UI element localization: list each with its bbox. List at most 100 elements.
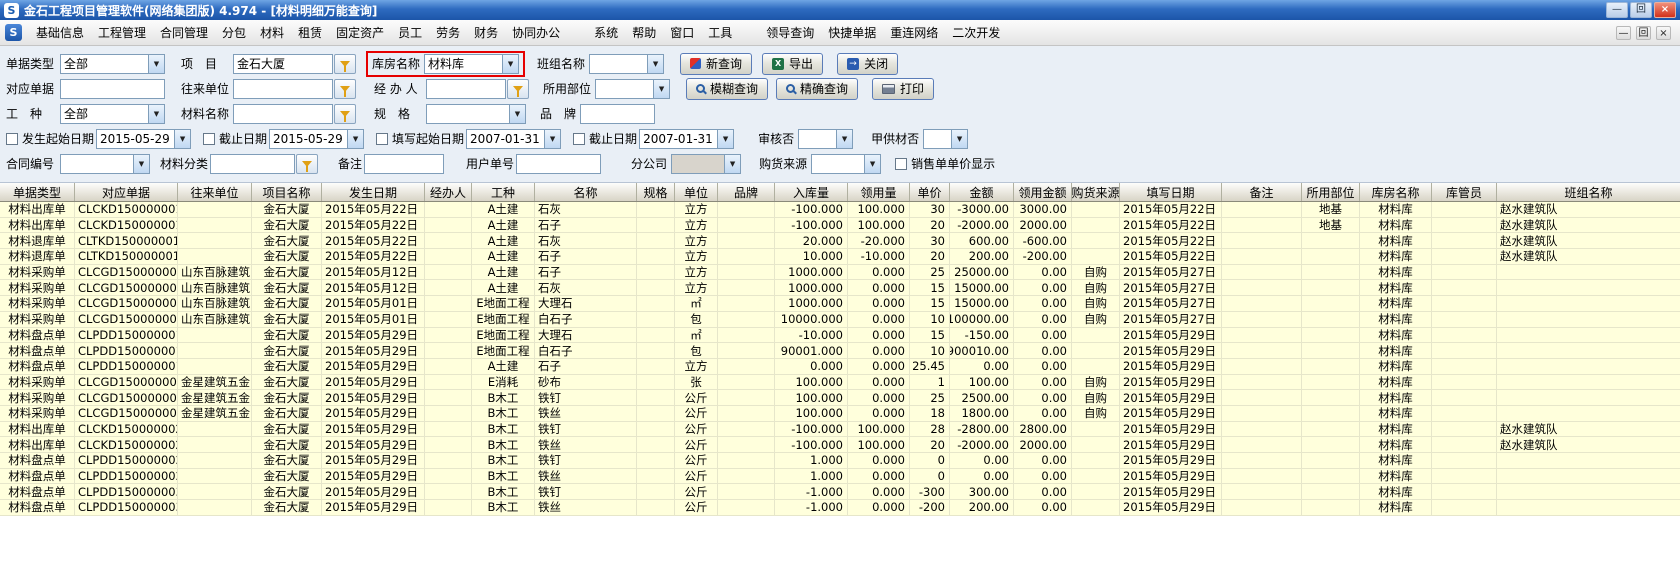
fill-start-date-select[interactable]: 2007-01-31 ▼ bbox=[466, 129, 561, 149]
chevron-down-icon[interactable]: ▼ bbox=[724, 155, 740, 173]
fill-start-checkbox[interactable] bbox=[376, 133, 388, 145]
chevron-down-icon[interactable]: ▼ bbox=[148, 105, 164, 123]
menu-item-1[interactable]: 基础信息 bbox=[29, 20, 91, 45]
material-name-lookup-button[interactable] bbox=[334, 104, 356, 124]
chevron-down-icon[interactable]: ▼ bbox=[502, 55, 518, 73]
branch-select[interactable]: ▼ bbox=[671, 154, 741, 174]
partner-input[interactable] bbox=[233, 79, 333, 99]
menu-item-16[interactable]: 领导查询 bbox=[759, 20, 821, 45]
column-header[interactable]: 填写日期 bbox=[1120, 183, 1222, 201]
menu-item-17[interactable]: 快捷单据 bbox=[821, 20, 883, 45]
column-header[interactable]: 库房名称 bbox=[1360, 183, 1432, 201]
menu-item-9[interactable]: 劳务 bbox=[429, 20, 467, 45]
user-bill-no-input[interactable] bbox=[516, 154, 601, 174]
menu-item-4[interactable]: 分包 bbox=[215, 20, 253, 45]
material-class-lookup-button[interactable] bbox=[296, 154, 318, 174]
handler-input[interactable] bbox=[426, 79, 506, 99]
table-row[interactable]: 材料采购单CLCGD150000005山东百脉建筑金石大厦2015年05月01日… bbox=[0, 312, 1680, 328]
menu-item-10[interactable]: 财务 bbox=[467, 20, 505, 45]
menu-item-2[interactable]: 工程管理 bbox=[91, 20, 153, 45]
menu-item-11[interactable]: 协同办公 bbox=[505, 20, 567, 45]
column-header[interactable]: 品牌 bbox=[718, 183, 775, 201]
column-header[interactable]: 领用量 bbox=[848, 183, 910, 201]
menu-item-5[interactable]: 材料 bbox=[253, 20, 291, 45]
close-window-button[interactable]: × bbox=[1654, 2, 1676, 18]
sales-price-display-checkbox-group[interactable]: 销售单单价显示 bbox=[895, 155, 995, 172]
occur-end-checkbox-group[interactable]: 截止日期 bbox=[203, 130, 267, 147]
table-row[interactable]: 材料盘点单CLPDD150000002金石大厦2015年05月29日B木工铁钉公… bbox=[0, 453, 1680, 469]
exact-query-button[interactable]: 精确查询 bbox=[776, 78, 858, 100]
column-header[interactable]: 对应单据 bbox=[75, 183, 178, 201]
column-header[interactable]: 规格 bbox=[637, 183, 675, 201]
column-header[interactable]: 往来单位 bbox=[178, 183, 252, 201]
table-row[interactable]: 材料盘点单CLPDD150000003金石大厦2015年05月29日B木工铁丝公… bbox=[0, 500, 1680, 516]
column-header[interactable]: 经办人 bbox=[425, 183, 472, 201]
restore-button[interactable]: 回 bbox=[1630, 2, 1652, 18]
mdi-restore-button[interactable]: 回 bbox=[1636, 26, 1651, 40]
material-class-input[interactable] bbox=[210, 154, 295, 174]
chevron-down-icon[interactable]: ▼ bbox=[174, 130, 190, 148]
table-row[interactable]: 材料采购单CLCGD150000005山东百脉建筑金石大厦2015年05月01日… bbox=[0, 296, 1680, 312]
table-row[interactable]: 材料出库单CLCKD150000002金石大厦2015年05月29日B木工铁丝公… bbox=[0, 437, 1680, 453]
table-row[interactable]: 材料出库单CLCKD150000002金石大厦2015年05月29日B木工铁钉公… bbox=[0, 422, 1680, 438]
team-select[interactable]: ▼ bbox=[589, 54, 664, 74]
table-row[interactable]: 材料盘点单CLPDD150000003金石大厦2015年05月29日B木工铁钉公… bbox=[0, 484, 1680, 500]
column-header[interactable]: 单价 bbox=[910, 183, 950, 201]
fill-end-date-select[interactable]: 2007-01-31 ▼ bbox=[639, 129, 734, 149]
table-row[interactable]: 材料出库单CLCKD150000001金石大厦2015年05月22日A土建石子立… bbox=[0, 218, 1680, 234]
menu-item-14[interactable]: 窗口 bbox=[663, 20, 701, 45]
column-header[interactable]: 金额 bbox=[950, 183, 1014, 201]
occur-end-date-select[interactable]: 2015-05-29 ▼ bbox=[269, 129, 364, 149]
chevron-down-icon[interactable]: ▼ bbox=[951, 130, 967, 148]
column-header[interactable]: 发生日期 bbox=[322, 183, 425, 201]
table-row[interactable]: 材料采购单CLCGD150000006金星建筑五金金石大厦2015年05月29日… bbox=[0, 390, 1680, 406]
chevron-down-icon[interactable]: ▼ bbox=[148, 55, 164, 73]
column-header[interactable]: 入库量 bbox=[775, 183, 848, 201]
occur-start-checkbox-group[interactable]: 发生起始日期 bbox=[6, 130, 94, 147]
column-header[interactable]: 库管员 bbox=[1432, 183, 1497, 201]
fill-end-checkbox-group[interactable]: 截止日期 bbox=[573, 130, 637, 147]
menu-item-13[interactable]: 帮助 bbox=[625, 20, 663, 45]
contract-no-select[interactable]: ▼ bbox=[60, 154, 150, 174]
table-row[interactable]: 材料盘点单CLPDD150000001金石大厦2015年05月29日E地面工程大… bbox=[0, 328, 1680, 344]
chevron-down-icon[interactable]: ▼ bbox=[864, 155, 880, 173]
menu-item-8[interactable]: 员工 bbox=[391, 20, 429, 45]
menu-item-7[interactable]: 固定资产 bbox=[329, 20, 391, 45]
close-query-button[interactable]: → 关闭 bbox=[837, 53, 898, 75]
column-header[interactable]: 所用部位 bbox=[1302, 183, 1360, 201]
column-header[interactable]: 工种 bbox=[472, 183, 535, 201]
chevron-down-icon[interactable]: ▼ bbox=[717, 130, 733, 148]
project-lookup-button[interactable] bbox=[334, 54, 356, 74]
table-row[interactable]: 材料采购单CLCGD150000004山东百脉建筑金石大厦2015年05月12日… bbox=[0, 265, 1680, 281]
mdi-close-button[interactable]: × bbox=[1656, 26, 1671, 40]
print-button[interactable]: 打印 bbox=[872, 78, 934, 100]
table-row[interactable]: 材料盘点单CLPDD150000002金石大厦2015年05月29日B木工铁丝公… bbox=[0, 469, 1680, 485]
column-header[interactable]: 购货来源 bbox=[1072, 183, 1120, 201]
chevron-down-icon[interactable]: ▼ bbox=[509, 105, 525, 123]
menu-item-18[interactable]: 重连网络 bbox=[883, 20, 945, 45]
chevron-down-icon[interactable]: ▼ bbox=[647, 55, 663, 73]
chevron-down-icon[interactable]: ▼ bbox=[544, 130, 560, 148]
column-header[interactable]: 班组名称 bbox=[1497, 183, 1680, 201]
menu-item-3[interactable]: 合同管理 bbox=[153, 20, 215, 45]
fill-end-checkbox[interactable] bbox=[573, 133, 585, 145]
handler-lookup-button[interactable] bbox=[507, 79, 529, 99]
table-row[interactable]: 材料盘点单CLPDD150000001金石大厦2015年05月29日A土建石子立… bbox=[0, 359, 1680, 375]
new-query-button[interactable]: 新查询 bbox=[680, 53, 752, 75]
table-row[interactable]: 材料退库单CLTKD150000001金石大厦2015年05月22日A土建石灰立… bbox=[0, 233, 1680, 249]
column-header[interactable]: 领用金额 bbox=[1014, 183, 1072, 201]
work-type-select[interactable]: 全部 ▼ bbox=[60, 104, 165, 124]
column-header[interactable]: 单据类型 bbox=[0, 183, 75, 201]
menu-item-19[interactable]: 二次开发 bbox=[945, 20, 1007, 45]
occur-start-date-select[interactable]: 2015-05-29 ▼ bbox=[96, 129, 191, 149]
audited-select[interactable]: ▼ bbox=[798, 129, 853, 149]
column-header[interactable]: 名称 bbox=[535, 183, 637, 201]
partner-lookup-button[interactable] bbox=[334, 79, 356, 99]
chevron-down-icon[interactable]: ▼ bbox=[836, 130, 852, 148]
chevron-down-icon[interactable]: ▼ bbox=[653, 80, 669, 98]
table-row[interactable]: 材料采购单CLCGD150000006金星建筑五金金石大厦2015年05月29日… bbox=[0, 406, 1680, 422]
purchase-source-select[interactable]: ▼ bbox=[811, 154, 881, 174]
column-header[interactable]: 项目名称 bbox=[252, 183, 322, 201]
used-part-select[interactable]: ▼ bbox=[595, 79, 670, 99]
export-button[interactable]: X 导出 bbox=[762, 53, 823, 75]
